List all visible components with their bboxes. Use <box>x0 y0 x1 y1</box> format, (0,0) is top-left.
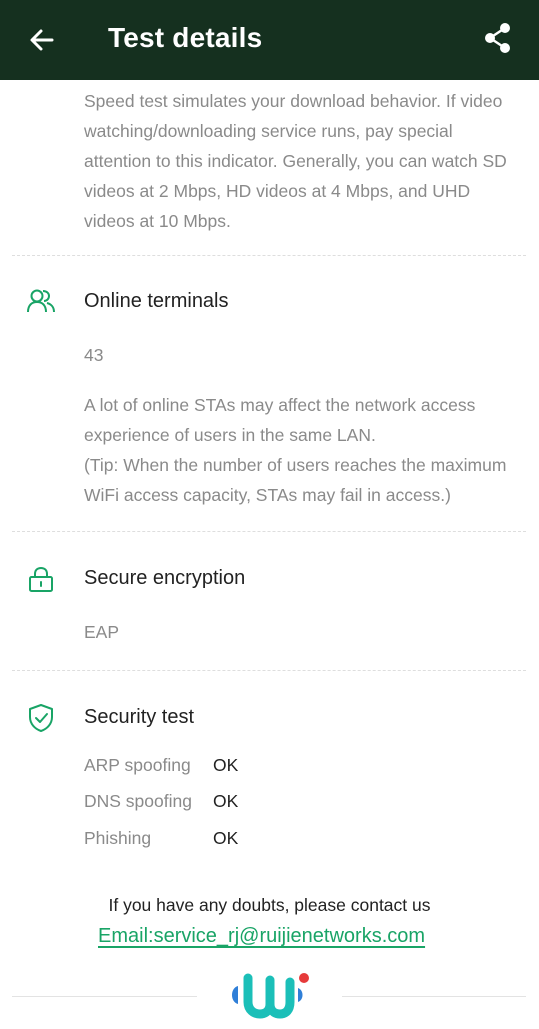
arp-spoofing-result: OK <box>213 755 239 775</box>
speed-test-description: Speed test simulates your download behav… <box>84 91 507 231</box>
divider <box>12 531 526 532</box>
share-icon <box>485 23 510 53</box>
description-line: A lot of online STAs may affect the netw… <box>84 395 476 445</box>
page-title: Test details <box>108 22 263 53</box>
share-button[interactable] <box>480 20 516 56</box>
phishing-label: Phishing <box>84 828 152 848</box>
users-icon <box>26 287 56 317</box>
back-button[interactable] <box>26 24 58 56</box>
header-bar: Test details <box>0 0 539 80</box>
wi-logo <box>224 966 316 1024</box>
phishing-result: OK <box>213 828 239 848</box>
online-terminals-count: 43 <box>84 345 104 365</box>
footer-divider-right <box>342 996 526 997</box>
divider <box>12 255 526 256</box>
divider <box>12 670 526 671</box>
lock-icon <box>26 565 56 595</box>
encryption-type: EAP <box>84 622 120 642</box>
tip-line: (Tip: When the number of users reaches t… <box>84 455 507 505</box>
contact-text: If you have any doubts, please contact u… <box>108 895 431 915</box>
arp-spoofing-label: ARP spoofing <box>84 755 191 775</box>
support-email-link[interactable]: Email:service_rj@ruijienetworks.com <box>98 925 425 948</box>
dns-spoofing-result: OK <box>213 791 239 811</box>
security-test-title: Security test <box>84 706 195 728</box>
secure-encryption-title: Secure encryption <box>84 567 246 589</box>
footer-divider-left <box>12 996 197 997</box>
online-terminals-description: A lot of online STAs may affect the netw… <box>84 390 529 510</box>
dns-spoofing-label: DNS spoofing <box>84 791 192 811</box>
arrow-left-icon <box>30 29 54 51</box>
online-terminals-title: Online terminals <box>84 290 229 312</box>
shield-check-icon <box>26 703 56 733</box>
